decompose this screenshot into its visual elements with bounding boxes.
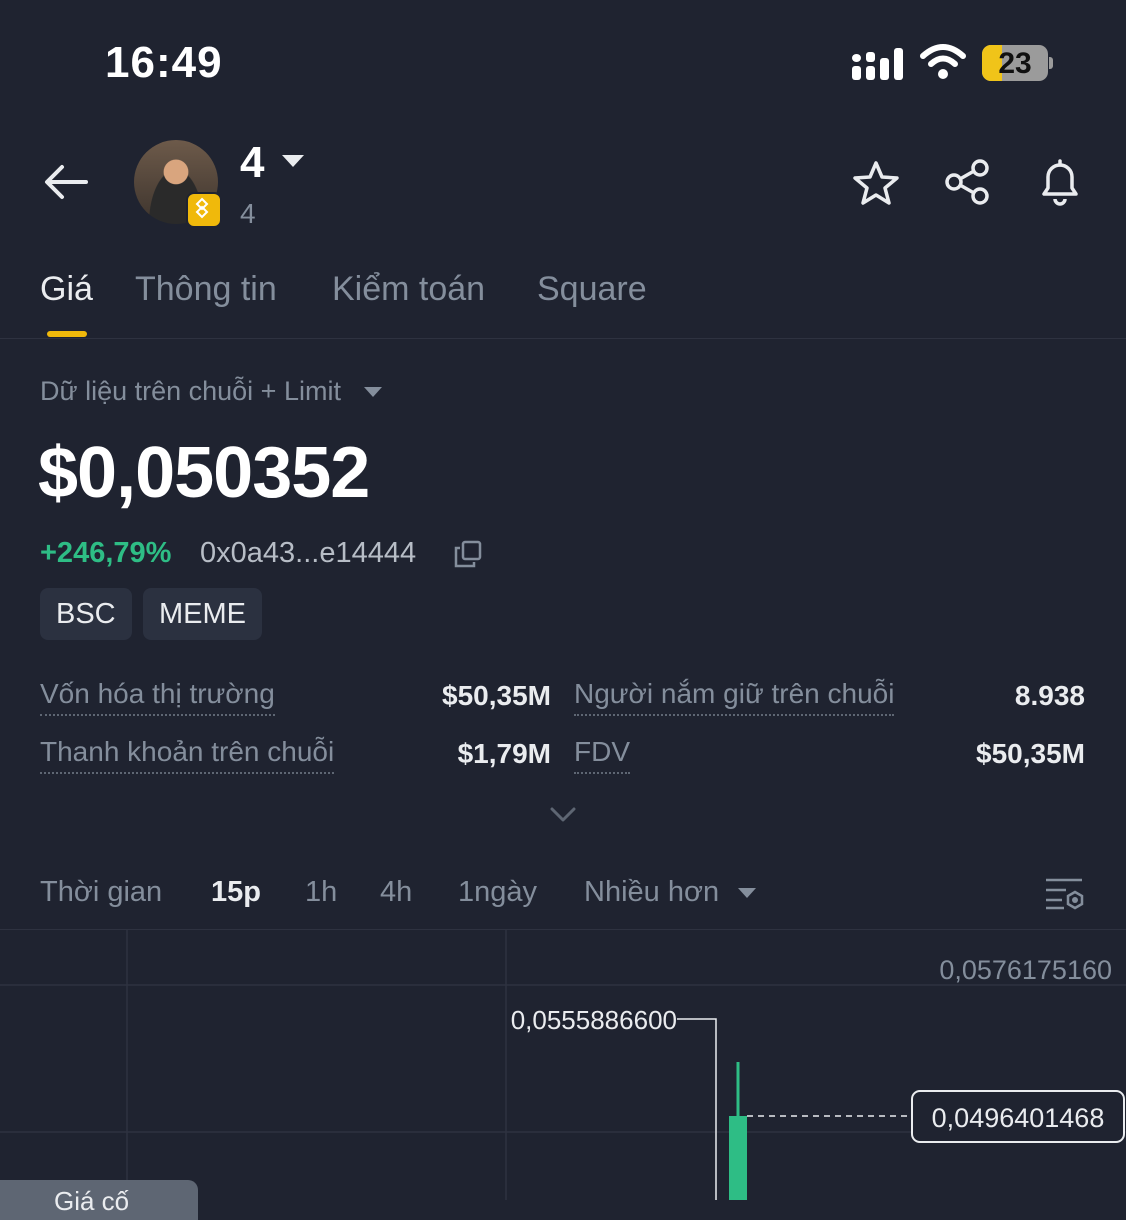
candle-body bbox=[729, 1116, 747, 1200]
high-marker-label: 0,0555886600 bbox=[511, 1005, 677, 1035]
battery-level: 23 bbox=[998, 47, 1032, 80]
notification-bell-icon[interactable] bbox=[1036, 156, 1084, 206]
stat-fdv-value: $50,35M bbox=[976, 738, 1085, 769]
chart-settings-icon[interactable] bbox=[1044, 876, 1086, 912]
tab-divider bbox=[0, 338, 1126, 339]
timeframe-15m[interactable]: 15p bbox=[211, 876, 261, 909]
stat-market-cap-value: $50,35M bbox=[442, 680, 551, 711]
tag-category[interactable]: MEME bbox=[143, 588, 262, 640]
high-marker-line bbox=[677, 1018, 717, 1200]
token-dropdown-caret-icon[interactable] bbox=[282, 155, 304, 167]
tab-square[interactable]: Square bbox=[537, 270, 647, 309]
copy-icon[interactable] bbox=[454, 540, 482, 568]
current-price: $0,050352 bbox=[38, 433, 370, 513]
stat-liquidity-label[interactable]: Thanh khoản trên chuỗi bbox=[40, 736, 335, 774]
token-subtitle: 4 bbox=[240, 198, 256, 229]
status-time: 16:49 bbox=[105, 38, 223, 87]
tab-info[interactable]: Thông tin bbox=[135, 270, 277, 309]
active-tab-indicator bbox=[47, 331, 87, 337]
stat-fdv-label[interactable]: FDV bbox=[574, 736, 630, 774]
battery-icon: 23 bbox=[982, 45, 1048, 81]
bottom-pill-label: Giá cố bbox=[54, 1186, 130, 1216]
timeframe-4h[interactable]: 4h bbox=[380, 876, 412, 909]
timeframe-label: Thời gian bbox=[40, 876, 163, 908]
stat-holders-label[interactable]: Người nắm giữ trên chuỗi bbox=[574, 678, 895, 716]
current-price-label: 0,0496401468 bbox=[932, 1103, 1105, 1133]
battery-tip bbox=[1049, 57, 1053, 69]
price-chart[interactable]: 0,0576175160 0,0555886600 0,0496401468 bbox=[0, 930, 1126, 1200]
tag-chain[interactable]: BSC bbox=[40, 588, 132, 640]
stat-liquidity-value: $1,79M bbox=[457, 738, 551, 769]
token-name[interactable]: 4 bbox=[240, 138, 264, 188]
stat-market-cap-label[interactable]: Vốn hóa thị trường bbox=[40, 678, 275, 716]
price-change: +246,79% bbox=[40, 537, 172, 569]
share-icon[interactable] bbox=[944, 158, 992, 206]
back-arrow-icon[interactable] bbox=[44, 162, 88, 202]
data-source-selector[interactable]: Dữ liệu trên chuỗi + Limit bbox=[40, 376, 341, 407]
more-caret-icon[interactable] bbox=[738, 888, 756, 898]
contract-address: 0x0a43...e14444 bbox=[200, 537, 417, 569]
wifi-icon bbox=[920, 44, 966, 79]
tab-audit[interactable]: Kiểm toán bbox=[332, 270, 485, 309]
stat-holders-value: 8.938 bbox=[1014, 680, 1085, 711]
tab-price[interactable]: Giá bbox=[40, 270, 93, 309]
chevron-down-icon[interactable] bbox=[550, 806, 576, 824]
timeframe-1d[interactable]: 1ngày bbox=[458, 876, 537, 909]
timeframe-more[interactable]: Nhiều hơn bbox=[584, 876, 719, 909]
bottom-price-pill[interactable]: Giá cố bbox=[0, 1180, 198, 1220]
timeframe-1h[interactable]: 1h bbox=[305, 876, 337, 909]
data-source-caret-icon[interactable] bbox=[364, 387, 382, 397]
cellular-signal-icon bbox=[852, 48, 906, 82]
bnb-chain-badge-icon bbox=[186, 192, 222, 228]
favorite-star-icon[interactable] bbox=[852, 160, 900, 206]
axis-high-label: 0,0576175160 bbox=[939, 955, 1112, 985]
